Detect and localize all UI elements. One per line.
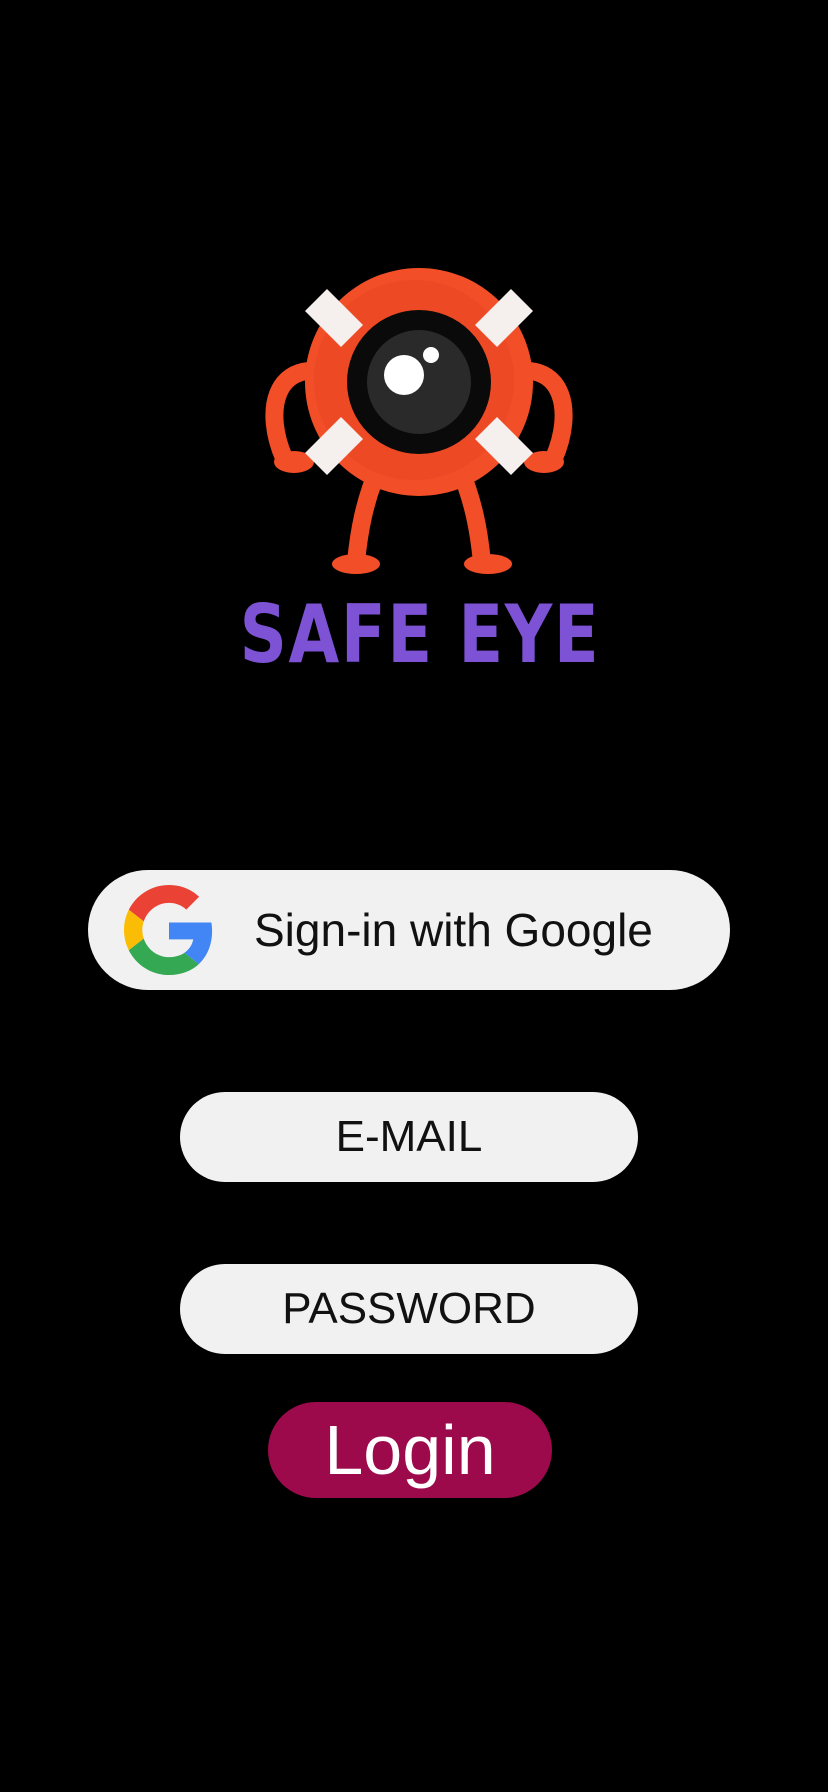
google-g-icon <box>124 885 213 975</box>
login-button[interactable]: Login <box>268 1402 552 1498</box>
lifebuoy-eye-mascot-icon <box>265 268 573 574</box>
google-signin-label: Sign-in with Google <box>254 904 653 956</box>
app-brand-name: SAFE EYE <box>239 588 601 681</box>
password-input[interactable] <box>180 1264 638 1354</box>
google-signin-button[interactable]: Sign-in with Google <box>88 870 730 990</box>
email-input[interactable] <box>180 1092 638 1182</box>
login-screen: SAFE EYE Sign-in with Google Login <box>0 0 828 1792</box>
